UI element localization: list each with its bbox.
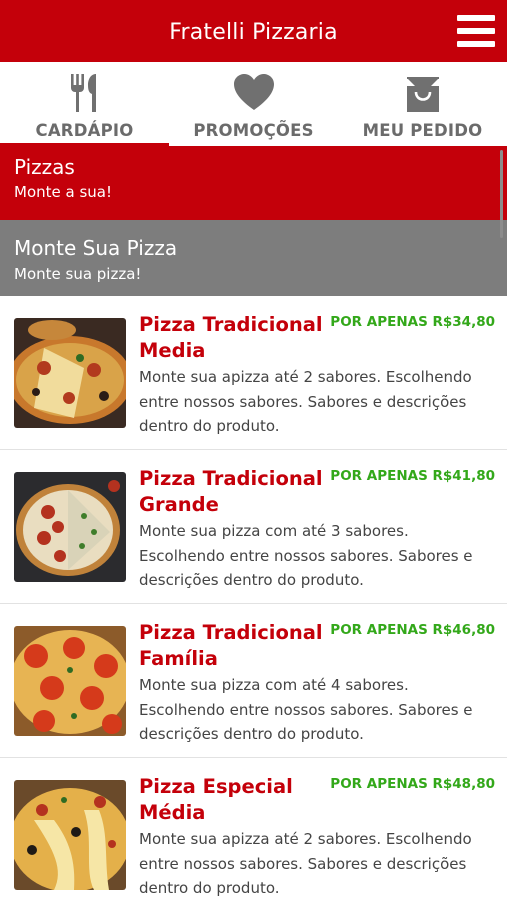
category-title: Pizzas	[14, 155, 75, 179]
product-item[interactable]: Pizza Especial Média POR APENAS R$48,80 …	[0, 758, 507, 900]
app-title: Fratelli Pizzaria	[169, 20, 338, 45]
pizza-photo	[14, 780, 126, 890]
product-name: Pizza Especial Média	[139, 775, 293, 824]
product-item[interactable]: Pizza Tradicional Media POR APENAS R$34,…	[0, 296, 507, 450]
product-price: POR APENAS R$34,80	[330, 314, 495, 330]
product-name: Pizza Tradicional Grande	[139, 467, 323, 516]
tab-cardapio[interactable]: CARDÁPIO	[0, 62, 169, 146]
tab-label: PROMOÇÕES	[193, 121, 314, 140]
scrollbar[interactable]	[500, 150, 503, 238]
hamburger-menu-icon[interactable]	[457, 14, 495, 48]
product-item[interactable]: Pizza Tradicional Grande POR APENAS R$41…	[0, 450, 507, 604]
product-item[interactable]: Pizza Tradicional Família POR APENAS R$4…	[0, 604, 507, 758]
tab-meu-pedido[interactable]: MEU PEDIDO	[338, 62, 507, 146]
category-monte-sua-pizza[interactable]: Monte Sua Pizza Monte sua pizza!	[0, 220, 507, 296]
category-title: Monte Sua Pizza	[14, 236, 178, 260]
product-name: Pizza Tradicional Media	[139, 313, 323, 362]
product-description: Monte sua apizza até 2 sabores. Escolhen…	[139, 830, 472, 897]
pizza-photo	[14, 626, 126, 736]
pizza-photo	[14, 318, 126, 428]
product-description: Monte sua pizza com até 3 sabores. Escol…	[139, 522, 473, 589]
product-description: Monte sua pizza com até 4 sabores. Escol…	[139, 676, 473, 743]
tab-label: CARDÁPIO	[35, 121, 134, 140]
pizza-photo	[14, 472, 126, 582]
tab-promocoes[interactable]: PROMOÇÕES	[169, 62, 338, 146]
category-subtitle: Monte a sua!	[14, 183, 112, 201]
tab-bar: CARDÁPIO PROMOÇÕES MEU PEDIDO	[0, 62, 507, 146]
fork-knife-icon	[0, 74, 169, 112]
shopping-bag-icon	[338, 74, 507, 112]
product-price: POR APENAS R$48,80	[330, 776, 495, 792]
tab-label: MEU PEDIDO	[362, 121, 483, 140]
product-list: Pizza Tradicional Media POR APENAS R$34,…	[0, 296, 507, 900]
category-pizzas[interactable]: Pizzas Monte a sua!	[0, 146, 507, 220]
heart-icon	[169, 74, 338, 112]
app-header: Fratelli Pizzaria	[0, 0, 507, 62]
category-subtitle: Monte sua pizza!	[14, 265, 142, 283]
product-price: POR APENAS R$41,80	[330, 468, 495, 484]
product-description: Monte sua apizza até 2 sabores. Escolhen…	[139, 368, 472, 435]
product-name: Pizza Tradicional Família	[139, 621, 323, 670]
product-price: POR APENAS R$46,80	[330, 622, 495, 638]
